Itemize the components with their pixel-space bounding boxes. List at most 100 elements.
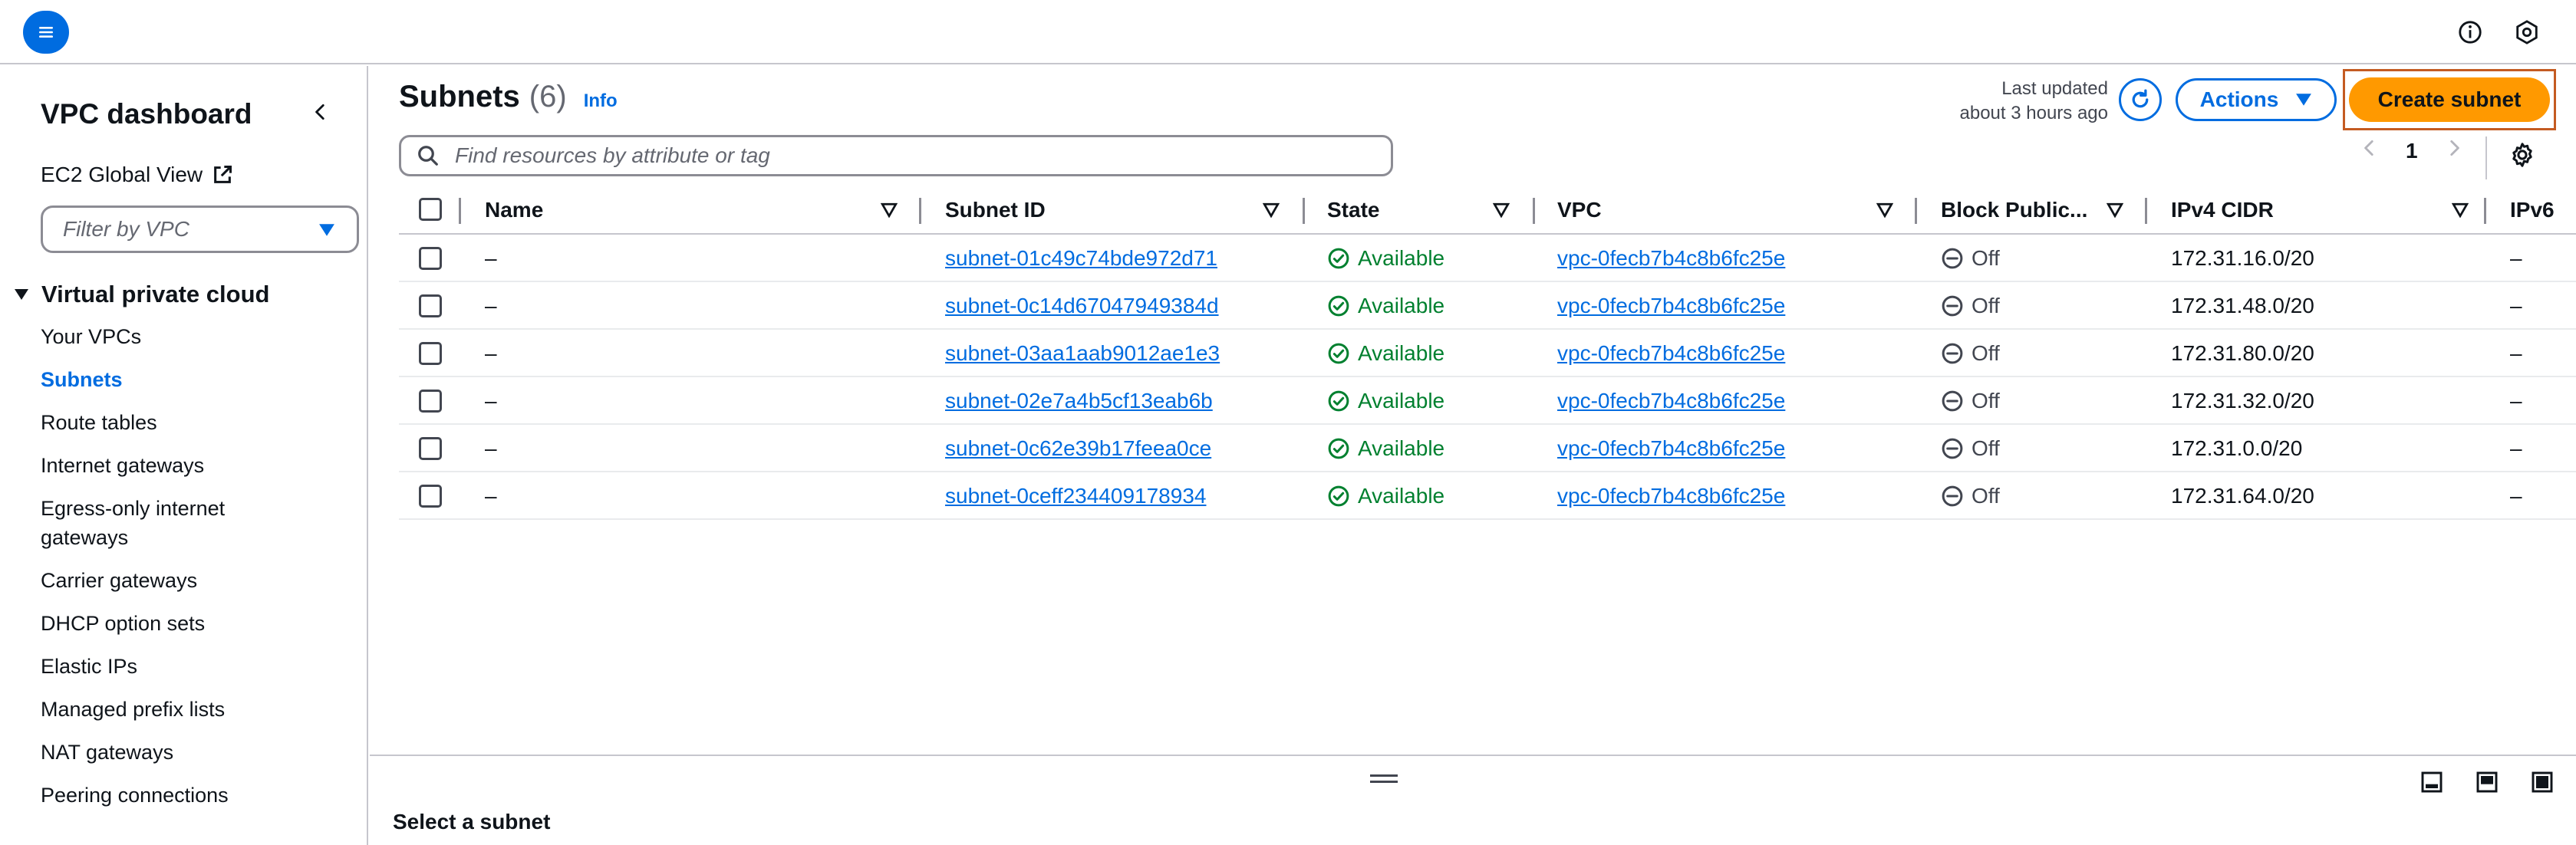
sidebar-item-route-tables[interactable]: Route tables xyxy=(41,408,363,437)
cell-name: – xyxy=(485,294,497,317)
row-checkbox[interactable] xyxy=(419,485,442,508)
split-panel-title: Select a subnet xyxy=(393,810,551,833)
column-header-subnet-id[interactable]: Subnet ID xyxy=(945,198,1046,222)
cell-block-public-access: Off xyxy=(1941,341,2000,366)
block-label: Off xyxy=(1972,341,2000,365)
sort-icon[interactable] xyxy=(1493,202,1510,218)
cell-subnet-id-link[interactable]: subnet-03aa1aab9012ae1e3 xyxy=(945,341,1220,366)
hexagon-settings-icon[interactable] xyxy=(2513,18,2541,46)
sidebar-item-egress-only-internet-gateways[interactable]: Egress-only internet gateways xyxy=(41,494,271,552)
row-checkbox[interactable] xyxy=(419,437,442,460)
resize-handle-icon[interactable] xyxy=(1370,774,1398,785)
next-page-icon[interactable] xyxy=(2444,138,2464,164)
table-row[interactable]: – subnet-0ceff234409178934 Available vpc… xyxy=(399,472,2576,520)
cell-ipv4-cidr: 172.31.32.0/20 xyxy=(2171,389,2314,413)
cell-subnet-id-link[interactable]: subnet-02e7a4b5cf13eab6b xyxy=(945,389,1213,413)
column-header-ipv4-cidr[interactable]: IPv4 CIDR xyxy=(2171,198,2274,222)
state-label: Available xyxy=(1358,294,1445,317)
sidebar-item-peering-connections[interactable]: Peering connections xyxy=(41,781,363,810)
cell-subnet-id-link[interactable]: subnet-0c62e39b17feea0ce xyxy=(945,436,1211,461)
collapse-sidebar-icon[interactable] xyxy=(307,97,334,127)
sidebar-item-nat-gateways[interactable]: NAT gateways xyxy=(41,738,363,767)
cell-state: Available xyxy=(1327,436,1444,461)
cell-subnet-id-link[interactable]: subnet-01c49c74bde972d71 xyxy=(945,246,1217,271)
cell-subnet-id-link[interactable]: subnet-0c14d67047949384d xyxy=(945,294,1219,318)
row-checkbox[interactable] xyxy=(419,247,442,270)
search-input[interactable]: Find resources by attribute or tag xyxy=(399,135,1393,176)
cell-vpc-link[interactable]: vpc-0fecb7b4c8b6fc25e xyxy=(1557,436,1785,461)
column-header-state[interactable]: State xyxy=(1327,198,1379,222)
column-header-vpc[interactable]: VPC xyxy=(1557,198,1602,222)
sidebar-item-elastic-ips[interactable]: Elastic IPs xyxy=(41,652,363,681)
cell-ipv6: – xyxy=(2510,436,2522,460)
success-check-icon xyxy=(1328,390,1349,412)
table-row[interactable]: – subnet-03aa1aab9012ae1e3 Available vpc… xyxy=(399,330,2576,377)
cell-subnet-id-link[interactable]: subnet-0ceff234409178934 xyxy=(945,484,1206,508)
cell-block-public-access: Off xyxy=(1941,246,2000,271)
cell-block-public-access: Off xyxy=(1941,436,2000,461)
cell-vpc-link[interactable]: vpc-0fecb7b4c8b6fc25e xyxy=(1557,484,1785,508)
block-label: Off xyxy=(1972,389,2000,413)
sidebar-item-dhcp-option-sets[interactable]: DHCP option sets xyxy=(41,609,363,638)
info-circle-icon[interactable] xyxy=(2456,18,2484,46)
previous-page-icon[interactable] xyxy=(2360,138,2380,164)
caret-down-icon xyxy=(15,289,28,300)
table-preferences-gear-icon[interactable] xyxy=(2508,141,2539,172)
select-all-checkbox[interactable] xyxy=(419,198,442,221)
actions-label: Actions xyxy=(2199,87,2279,111)
ec2-global-view-link[interactable]: EC2 Global View xyxy=(41,163,233,187)
table-row[interactable]: – subnet-01c49c74bde972d71 Available vpc… xyxy=(399,235,2576,282)
sort-icon[interactable] xyxy=(1876,202,1893,218)
panel-full-icon[interactable] xyxy=(2530,770,2555,794)
row-checkbox[interactable] xyxy=(419,390,442,413)
search-placeholder: Find resources by attribute or tag xyxy=(455,143,770,167)
sort-icon[interactable] xyxy=(881,202,898,218)
off-status-icon xyxy=(1942,295,1963,317)
filter-by-vpc-select[interactable]: Filter by VPC xyxy=(41,205,359,253)
row-checkbox[interactable] xyxy=(419,294,442,317)
panel-side-icon[interactable] xyxy=(2475,770,2499,794)
success-check-icon xyxy=(1328,295,1349,317)
current-page-number[interactable]: 1 xyxy=(2406,139,2418,163)
panel-bottom-icon[interactable] xyxy=(2420,770,2444,794)
success-check-icon xyxy=(1328,343,1349,364)
column-header-name[interactable]: Name xyxy=(485,198,543,222)
cell-ipv4-cidr: 172.31.16.0/20 xyxy=(2171,246,2314,270)
cell-name: – xyxy=(485,436,497,460)
cell-ipv4-cidr: 172.31.48.0/20 xyxy=(2171,294,2314,317)
off-status-icon xyxy=(1942,485,1963,507)
sidebar-item-carrier-gateways[interactable]: Carrier gateways xyxy=(41,566,363,595)
column-separator xyxy=(2145,198,2147,224)
actions-dropdown-button[interactable]: Actions xyxy=(2176,78,2337,121)
sort-icon[interactable] xyxy=(1263,202,1280,218)
state-label: Available xyxy=(1358,389,1445,413)
sidebar-item-subnets[interactable]: Subnets xyxy=(41,365,363,394)
table-row[interactable]: – subnet-0c14d67047949384d Available vpc… xyxy=(399,282,2576,330)
row-checkbox[interactable] xyxy=(419,342,442,365)
sidebar-item-your-vpcs[interactable]: Your VPCs xyxy=(41,322,363,351)
sort-icon[interactable] xyxy=(2452,202,2469,218)
table-row[interactable]: – subnet-0c62e39b17feea0ce Available vpc… xyxy=(399,425,2576,472)
cell-ipv4-cidr: 172.31.64.0/20 xyxy=(2171,484,2314,508)
hamburger-menu-icon[interactable] xyxy=(23,11,69,54)
cell-vpc-link[interactable]: vpc-0fecb7b4c8b6fc25e xyxy=(1557,246,1785,271)
cell-vpc-link[interactable]: vpc-0fecb7b4c8b6fc25e xyxy=(1557,341,1785,366)
table-row[interactable]: – subnet-02e7a4b5cf13eab6b Available vpc… xyxy=(399,377,2576,425)
sort-icon[interactable] xyxy=(2107,202,2123,218)
side-navigation: VPC dashboard EC2 Global View Filter by … xyxy=(0,66,368,845)
sidebar-item-internet-gateways[interactable]: Internet gateways xyxy=(41,451,363,480)
cell-ipv4-cidr: 172.31.0.0/20 xyxy=(2171,436,2303,460)
column-header-ipv6[interactable]: IPv6 xyxy=(2510,198,2571,222)
column-separator xyxy=(459,198,461,224)
info-link[interactable]: Info xyxy=(584,90,618,112)
virtual-private-cloud-section-toggle[interactable]: Virtual private cloud xyxy=(14,281,269,308)
cell-vpc-link[interactable]: vpc-0fecb7b4c8b6fc25e xyxy=(1557,294,1785,318)
column-header-block-public-access[interactable]: Block Public... xyxy=(1941,198,2087,222)
cell-name: – xyxy=(485,341,497,365)
cell-vpc-link[interactable]: vpc-0fecb7b4c8b6fc25e xyxy=(1557,389,1785,413)
refresh-icon xyxy=(2132,89,2149,108)
create-subnet-button[interactable]: Create subnet xyxy=(2349,77,2550,122)
refresh-button[interactable] xyxy=(2119,78,2162,121)
block-label: Off xyxy=(1972,436,2000,460)
sidebar-item-managed-prefix-lists[interactable]: Managed prefix lists xyxy=(41,695,363,724)
